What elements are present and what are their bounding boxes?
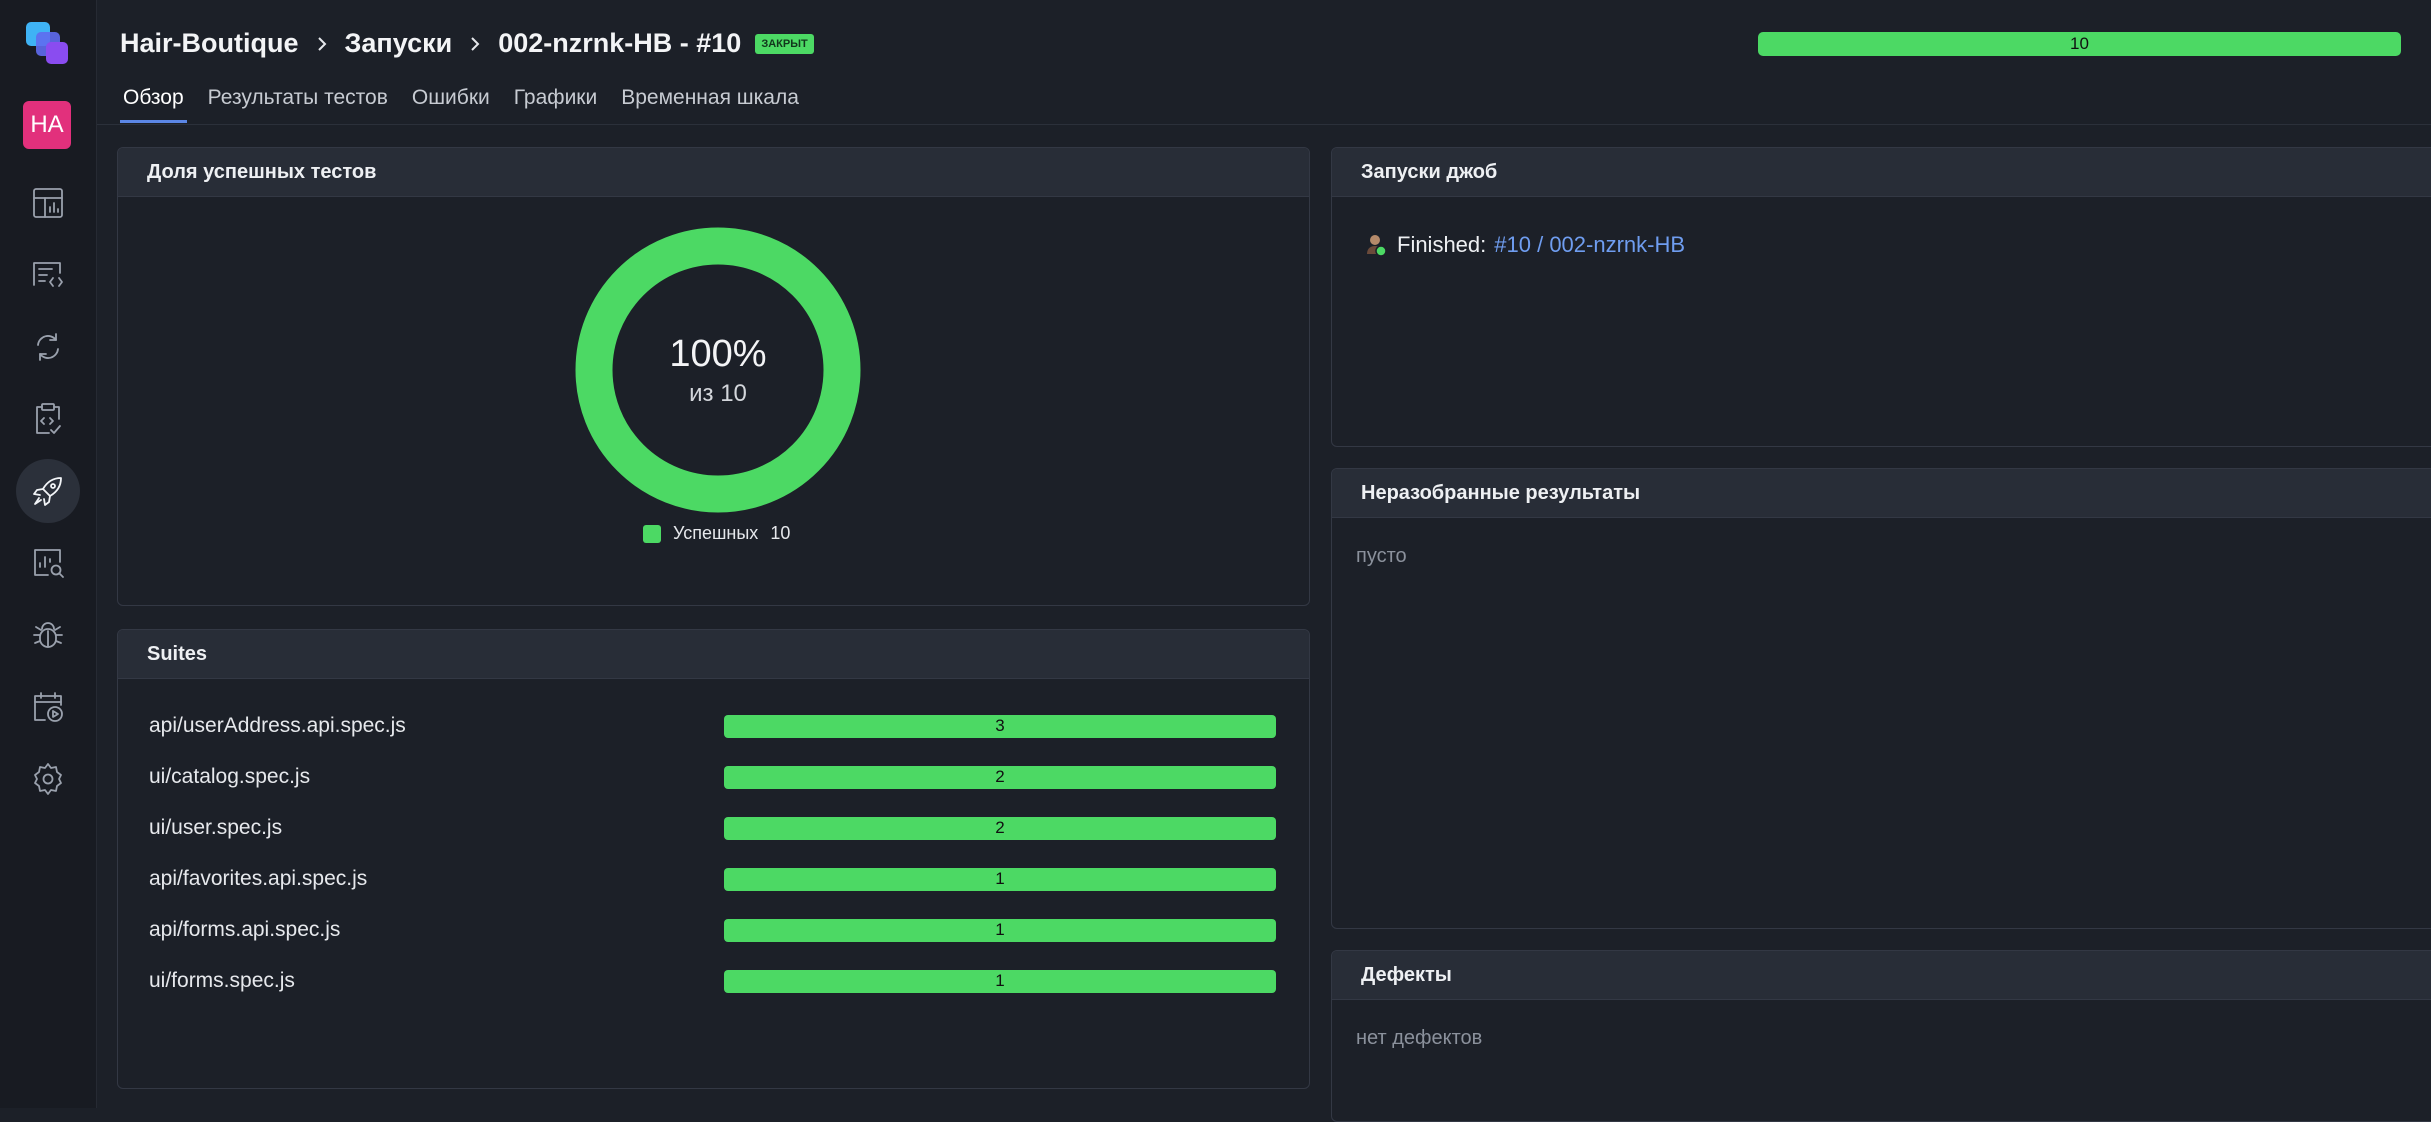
suite-name: api/userAddress.api.spec.js — [149, 714, 406, 737]
tab-overview[interactable]: Обзор — [120, 86, 187, 123]
suite-row[interactable]: api/forms.api.spec.js 1 — [149, 916, 1284, 944]
legend-swatch — [643, 524, 661, 543]
job-status-text: Finished: — [1397, 232, 1487, 257]
success-rate-panel: Доля успешных тестов 100% из 10 Успешных… — [117, 147, 1310, 606]
suite-name: ui/catalog.spec.js — [149, 765, 311, 788]
job-runs-panel: Запуски джоб Finished: #10 / 002-nzrnk-H… — [1331, 147, 2431, 447]
sidebar: HA — [0, 0, 97, 1108]
success-legend: Успешных 10 — [643, 523, 790, 544]
job-run-item: Finished: #10 / 002-nzrnk-HB — [1365, 232, 1685, 258]
unreviewed-empty-text: пусто — [1356, 545, 1407, 567]
suite-row[interactable]: ui/catalog.spec.js 2 — [149, 763, 1284, 791]
dashboard-icon[interactable] — [16, 171, 80, 235]
clipboard-check-icon[interactable] — [16, 387, 80, 451]
tab-timeline[interactable]: Временная шкала — [618, 86, 802, 123]
launch-progress-label: 10 — [2070, 34, 2089, 53]
success-subtitle: из 10 — [689, 379, 747, 407]
defects-title: Дефекты — [1332, 951, 2431, 1000]
suite-count-bar: 1 — [724, 867, 1276, 891]
suites-panel: Suites api/userAddress.api.spec.js 3 ui/… — [117, 629, 1310, 1089]
suite-row[interactable]: api/userAddress.api.spec.js 3 — [149, 712, 1284, 740]
breadcrumb: Hair-Boutique Запуски 002-nzrnk-HB - #10… — [120, 28, 814, 59]
suite-name: ui/user.spec.js — [149, 816, 283, 839]
sync-icon[interactable] — [16, 315, 80, 379]
launch-progress-bar: 10 — [1758, 32, 2401, 56]
legend-label: Успешных — [673, 523, 759, 543]
suite-row[interactable]: ui/forms.spec.js 1 — [149, 967, 1284, 995]
chevron-right-icon — [317, 36, 326, 51]
page-header: Hair-Boutique Запуски 002-nzrnk-HB - #10… — [97, 0, 2431, 125]
main-area: Hair-Boutique Запуски 002-nzrnk-HB - #10… — [97, 0, 2431, 1122]
suite-count-bar: 1 — [724, 918, 1276, 942]
suite-row[interactable]: ui/user.spec.js 2 — [149, 814, 1284, 842]
rocket-icon[interactable] — [16, 459, 80, 523]
suite-name: api/favorites.api.spec.js — [149, 867, 368, 890]
suite-count-bar: 3 — [724, 714, 1276, 738]
success-donut: 100% из 10 — [568, 220, 868, 520]
page-title: 002-nzrnk-HB - #10 — [498, 28, 742, 58]
job-runs-title: Запуски джоб — [1332, 148, 2431, 197]
unreviewed-results-panel: Неразобранные результаты пусто — [1331, 468, 2431, 929]
tab-charts[interactable]: Графики — [511, 86, 600, 123]
suite-name: ui/forms.spec.js — [149, 969, 295, 992]
gear-icon[interactable] — [16, 747, 80, 811]
job-run-link[interactable]: #10 / 002-nzrnk-HB — [1494, 232, 1685, 258]
breadcrumb-launches[interactable]: Запуски — [345, 28, 453, 59]
chevron-right-icon — [471, 36, 480, 51]
defects-empty-text: нет дефектов — [1356, 1027, 1483, 1049]
unreviewed-results-title: Неразобранные результаты — [1332, 469, 2431, 518]
suite-row[interactable]: api/favorites.api.spec.js 1 — [149, 865, 1284, 893]
bug-icon[interactable] — [16, 603, 80, 667]
suite-count-bar: 1 — [724, 969, 1276, 993]
tab-test-results[interactable]: Результаты тестов — [205, 86, 391, 123]
success-rate-title: Доля успешных тестов — [118, 148, 1309, 197]
chart-search-icon[interactable] — [16, 531, 80, 595]
success-percent: 100% — [669, 332, 767, 375]
tabs: Обзор Результаты тестов Ошибки Графики В… — [120, 86, 820, 123]
calendar-play-icon[interactable] — [16, 675, 80, 739]
code-list-icon[interactable] — [16, 243, 80, 307]
defects-panel: Дефекты нет дефектов — [1331, 950, 2431, 1122]
suites-title: Suites — [118, 630, 1309, 679]
suite-count-bar: 2 — [724, 765, 1276, 789]
user-avatar-icon — [1365, 232, 1387, 258]
status-badge: ЗАКРЫТ — [755, 33, 814, 54]
legend-value: 10 — [770, 523, 791, 543]
suite-count-bar: 2 — [724, 816, 1276, 840]
logo-icon[interactable] — [22, 18, 74, 70]
avatar[interactable]: HA — [23, 101, 71, 149]
tab-errors[interactable]: Ошибки — [409, 86, 493, 123]
suite-name: api/forms.api.spec.js — [149, 918, 341, 941]
breadcrumb-project[interactable]: Hair-Boutique — [120, 28, 299, 59]
